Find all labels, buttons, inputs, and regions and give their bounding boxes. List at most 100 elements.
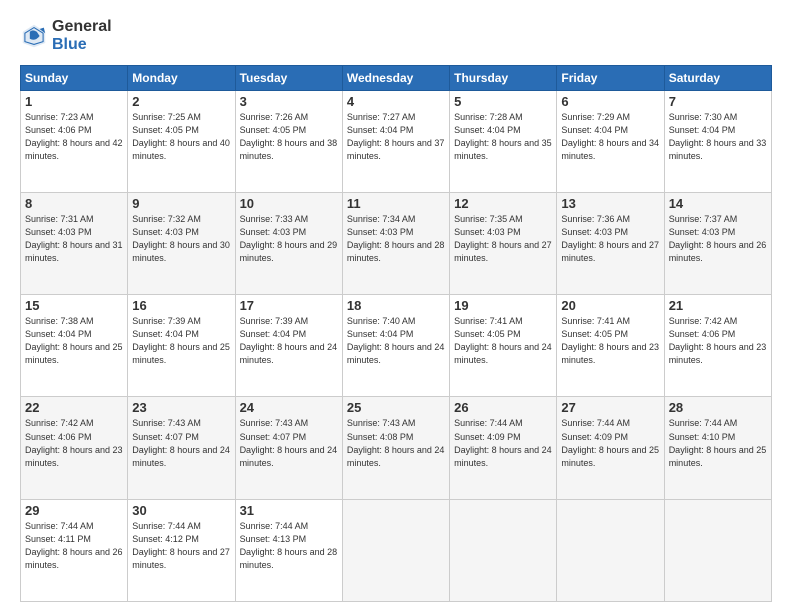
header-friday: Friday [557, 65, 664, 90]
day-number: 24 [240, 400, 338, 415]
empty-cell [664, 499, 771, 601]
header-thursday: Thursday [450, 65, 557, 90]
day-cell: 16 Sunrise: 7:39 AM Sunset: 4:04 PM Dayl… [128, 295, 235, 397]
day-cell: 6 Sunrise: 7:29 AM Sunset: 4:04 PM Dayli… [557, 90, 664, 192]
day-number: 14 [669, 196, 767, 211]
day-info: Sunrise: 7:44 AM Sunset: 4:13 PM Dayligh… [240, 520, 338, 572]
header-wednesday: Wednesday [342, 65, 449, 90]
day-info: Sunrise: 7:29 AM Sunset: 4:04 PM Dayligh… [561, 111, 659, 163]
day-info: Sunrise: 7:28 AM Sunset: 4:04 PM Dayligh… [454, 111, 552, 163]
day-cell: 7 Sunrise: 7:30 AM Sunset: 4:04 PM Dayli… [664, 90, 771, 192]
day-cell: 1 Sunrise: 7:23 AM Sunset: 4:06 PM Dayli… [21, 90, 128, 192]
day-info: Sunrise: 7:26 AM Sunset: 4:05 PM Dayligh… [240, 111, 338, 163]
day-cell: 9 Sunrise: 7:32 AM Sunset: 4:03 PM Dayli… [128, 193, 235, 295]
day-info: Sunrise: 7:43 AM Sunset: 4:07 PM Dayligh… [132, 417, 230, 469]
day-cell: 3 Sunrise: 7:26 AM Sunset: 4:05 PM Dayli… [235, 90, 342, 192]
day-number: 12 [454, 196, 552, 211]
day-number: 10 [240, 196, 338, 211]
calendar-row: 8 Sunrise: 7:31 AM Sunset: 4:03 PM Dayli… [21, 193, 772, 295]
day-number: 6 [561, 94, 659, 109]
day-cell: 19 Sunrise: 7:41 AM Sunset: 4:05 PM Dayl… [450, 295, 557, 397]
day-number: 26 [454, 400, 552, 415]
day-info: Sunrise: 7:39 AM Sunset: 4:04 PM Dayligh… [132, 315, 230, 367]
header-tuesday: Tuesday [235, 65, 342, 90]
day-cell: 14 Sunrise: 7:37 AM Sunset: 4:03 PM Dayl… [664, 193, 771, 295]
day-number: 18 [347, 298, 445, 313]
day-cell: 28 Sunrise: 7:44 AM Sunset: 4:10 PM Dayl… [664, 397, 771, 499]
day-cell: 18 Sunrise: 7:40 AM Sunset: 4:04 PM Dayl… [342, 295, 449, 397]
day-info: Sunrise: 7:42 AM Sunset: 4:06 PM Dayligh… [25, 417, 123, 469]
day-number: 5 [454, 94, 552, 109]
day-number: 22 [25, 400, 123, 415]
day-info: Sunrise: 7:31 AM Sunset: 4:03 PM Dayligh… [25, 213, 123, 265]
day-cell: 12 Sunrise: 7:35 AM Sunset: 4:03 PM Dayl… [450, 193, 557, 295]
empty-cell [342, 499, 449, 601]
day-number: 30 [132, 503, 230, 518]
day-cell: 21 Sunrise: 7:42 AM Sunset: 4:06 PM Dayl… [664, 295, 771, 397]
logo-icon [20, 22, 48, 50]
day-cell: 26 Sunrise: 7:44 AM Sunset: 4:09 PM Dayl… [450, 397, 557, 499]
header-monday: Monday [128, 65, 235, 90]
day-cell: 20 Sunrise: 7:41 AM Sunset: 4:05 PM Dayl… [557, 295, 664, 397]
header-saturday: Saturday [664, 65, 771, 90]
day-info: Sunrise: 7:25 AM Sunset: 4:05 PM Dayligh… [132, 111, 230, 163]
day-info: Sunrise: 7:43 AM Sunset: 4:07 PM Dayligh… [240, 417, 338, 469]
day-number: 4 [347, 94, 445, 109]
calendar-row: 15 Sunrise: 7:38 AM Sunset: 4:04 PM Dayl… [21, 295, 772, 397]
logo-text: General Blue [52, 18, 112, 55]
day-info: Sunrise: 7:44 AM Sunset: 4:10 PM Dayligh… [669, 417, 767, 469]
day-cell: 11 Sunrise: 7:34 AM Sunset: 4:03 PM Dayl… [342, 193, 449, 295]
day-info: Sunrise: 7:36 AM Sunset: 4:03 PM Dayligh… [561, 213, 659, 265]
day-number: 29 [25, 503, 123, 518]
day-number: 9 [132, 196, 230, 211]
day-cell: 8 Sunrise: 7:31 AM Sunset: 4:03 PM Dayli… [21, 193, 128, 295]
day-cell: 10 Sunrise: 7:33 AM Sunset: 4:03 PM Dayl… [235, 193, 342, 295]
day-info: Sunrise: 7:40 AM Sunset: 4:04 PM Dayligh… [347, 315, 445, 367]
day-cell: 15 Sunrise: 7:38 AM Sunset: 4:04 PM Dayl… [21, 295, 128, 397]
calendar-table: Sunday Monday Tuesday Wednesday Thursday… [20, 65, 772, 602]
day-number: 11 [347, 196, 445, 211]
day-cell: 4 Sunrise: 7:27 AM Sunset: 4:04 PM Dayli… [342, 90, 449, 192]
day-cell: 22 Sunrise: 7:42 AM Sunset: 4:06 PM Dayl… [21, 397, 128, 499]
day-info: Sunrise: 7:43 AM Sunset: 4:08 PM Dayligh… [347, 417, 445, 469]
day-cell: 31 Sunrise: 7:44 AM Sunset: 4:13 PM Dayl… [235, 499, 342, 601]
header: General Blue [20, 18, 772, 55]
day-cell: 17 Sunrise: 7:39 AM Sunset: 4:04 PM Dayl… [235, 295, 342, 397]
day-cell: 29 Sunrise: 7:44 AM Sunset: 4:11 PM Dayl… [21, 499, 128, 601]
day-info: Sunrise: 7:34 AM Sunset: 4:03 PM Dayligh… [347, 213, 445, 265]
day-number: 28 [669, 400, 767, 415]
day-number: 16 [132, 298, 230, 313]
day-cell: 25 Sunrise: 7:43 AM Sunset: 4:08 PM Dayl… [342, 397, 449, 499]
day-info: Sunrise: 7:30 AM Sunset: 4:04 PM Dayligh… [669, 111, 767, 163]
day-number: 23 [132, 400, 230, 415]
day-number: 17 [240, 298, 338, 313]
day-cell: 13 Sunrise: 7:36 AM Sunset: 4:03 PM Dayl… [557, 193, 664, 295]
calendar-row: 1 Sunrise: 7:23 AM Sunset: 4:06 PM Dayli… [21, 90, 772, 192]
day-number: 13 [561, 196, 659, 211]
day-info: Sunrise: 7:44 AM Sunset: 4:09 PM Dayligh… [454, 417, 552, 469]
day-info: Sunrise: 7:35 AM Sunset: 4:03 PM Dayligh… [454, 213, 552, 265]
day-number: 25 [347, 400, 445, 415]
day-info: Sunrise: 7:44 AM Sunset: 4:11 PM Dayligh… [25, 520, 123, 572]
day-info: Sunrise: 7:33 AM Sunset: 4:03 PM Dayligh… [240, 213, 338, 265]
day-info: Sunrise: 7:41 AM Sunset: 4:05 PM Dayligh… [561, 315, 659, 367]
logo: General Blue [20, 18, 112, 55]
day-cell: 23 Sunrise: 7:43 AM Sunset: 4:07 PM Dayl… [128, 397, 235, 499]
day-number: 2 [132, 94, 230, 109]
header-sunday: Sunday [21, 65, 128, 90]
page: General Blue Sunday Monday Tuesday Wedne… [0, 0, 792, 612]
day-cell: 24 Sunrise: 7:43 AM Sunset: 4:07 PM Dayl… [235, 397, 342, 499]
day-number: 3 [240, 94, 338, 109]
empty-cell [557, 499, 664, 601]
day-number: 31 [240, 503, 338, 518]
day-info: Sunrise: 7:44 AM Sunset: 4:09 PM Dayligh… [561, 417, 659, 469]
day-number: 20 [561, 298, 659, 313]
day-cell: 2 Sunrise: 7:25 AM Sunset: 4:05 PM Dayli… [128, 90, 235, 192]
calendar-row: 29 Sunrise: 7:44 AM Sunset: 4:11 PM Dayl… [21, 499, 772, 601]
day-number: 21 [669, 298, 767, 313]
day-number: 19 [454, 298, 552, 313]
day-info: Sunrise: 7:32 AM Sunset: 4:03 PM Dayligh… [132, 213, 230, 265]
day-number: 7 [669, 94, 767, 109]
day-number: 15 [25, 298, 123, 313]
calendar-row: 22 Sunrise: 7:42 AM Sunset: 4:06 PM Dayl… [21, 397, 772, 499]
